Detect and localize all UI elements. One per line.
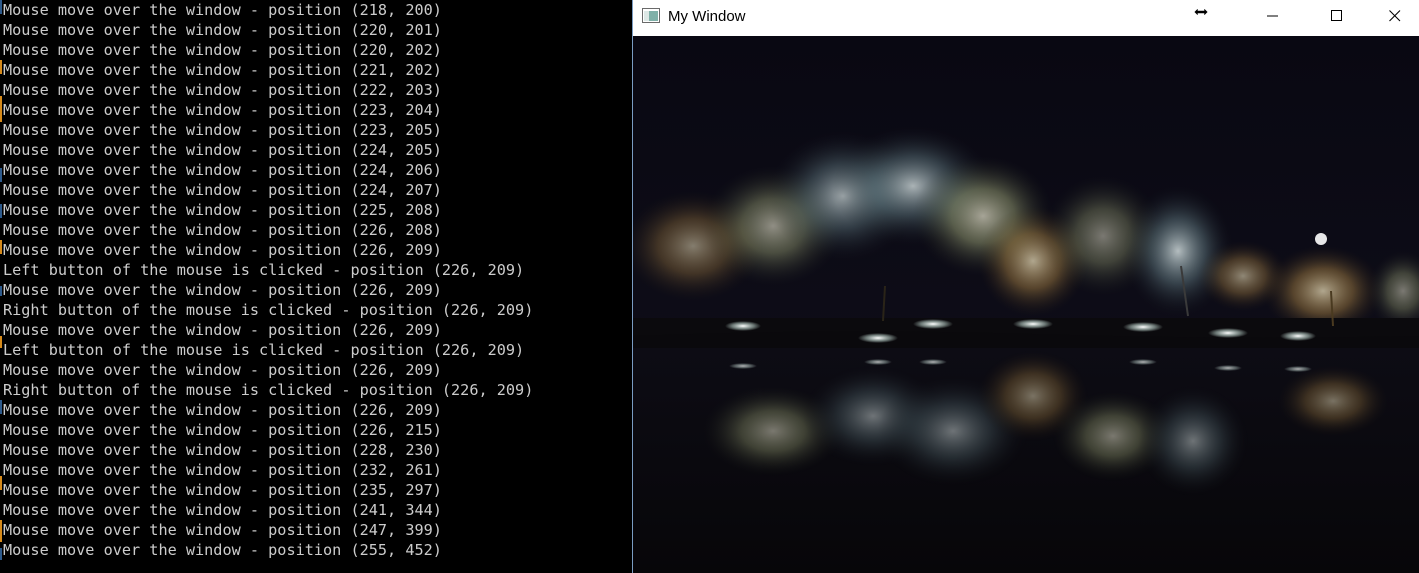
close-icon [1389,10,1401,22]
console-line: Mouse move over the window - position (2… [3,541,442,559]
image-window[interactable]: My Window [632,0,1419,573]
console-line: Mouse move over the window - position (2… [3,161,442,179]
title-bar[interactable]: My Window [633,0,1419,36]
console-line: Mouse move over the window - position (2… [3,201,442,219]
console-line: Left button of the mouse is clicked - po… [3,341,525,359]
night-garden-image [633,36,1419,573]
console-line: Mouse move over the window - position (2… [3,241,442,259]
console-line: Mouse move over the window - position (2… [3,441,442,459]
console-line: Mouse move over the window - position (2… [3,121,442,139]
console-line: Mouse move over the window - position (2… [3,481,442,499]
console-line: Mouse move over the window - position (2… [3,501,442,519]
maximize-icon [1331,10,1342,21]
console-line: Mouse move over the window - position (2… [3,1,442,19]
console-line: Mouse move over the window - position (2… [3,281,442,299]
console-output: Mouse move over the window - position (2… [0,0,533,560]
console-line: Mouse move over the window - position (2… [3,61,442,79]
console-line: Mouse move over the window - position (2… [3,81,442,99]
console-line: Left button of the mouse is clicked - po… [3,261,525,279]
console-line: Mouse move over the window - position (2… [3,521,442,539]
horizontal-resize-cursor-icon [1193,7,1209,17]
window-title: My Window [668,8,746,25]
opencv-window-icon [642,8,660,23]
console-line: Mouse move over the window - position (2… [3,361,442,379]
console-line: Right button of the mouse is clicked - p… [3,301,534,319]
console-window[interactable]: Mouse move over the window - position (2… [0,0,631,573]
console-line: Mouse move over the window - position (2… [3,321,442,339]
console-line: Mouse move over the window - position (2… [3,221,442,239]
console-line: Mouse move over the window - position (2… [3,181,442,199]
console-line: Mouse move over the window - position (2… [3,461,442,479]
console-line: Mouse move over the window - position (2… [3,401,442,419]
image-canvas[interactable] [633,36,1419,573]
console-left-edge-marks [0,0,2,573]
console-line: Mouse move over the window - position (2… [3,41,442,59]
close-button[interactable] [1372,0,1418,32]
minimize-icon [1267,15,1278,17]
console-line: Mouse move over the window - position (2… [3,141,442,159]
minimize-button[interactable] [1250,0,1296,32]
console-line: Right button of the mouse is clicked - p… [3,381,534,399]
console-line: Mouse move over the window - position (2… [3,101,442,119]
maximize-button[interactable] [1314,0,1360,32]
console-line: Mouse move over the window - position (2… [3,421,442,439]
console-line: Mouse move over the window - position (2… [3,21,442,39]
